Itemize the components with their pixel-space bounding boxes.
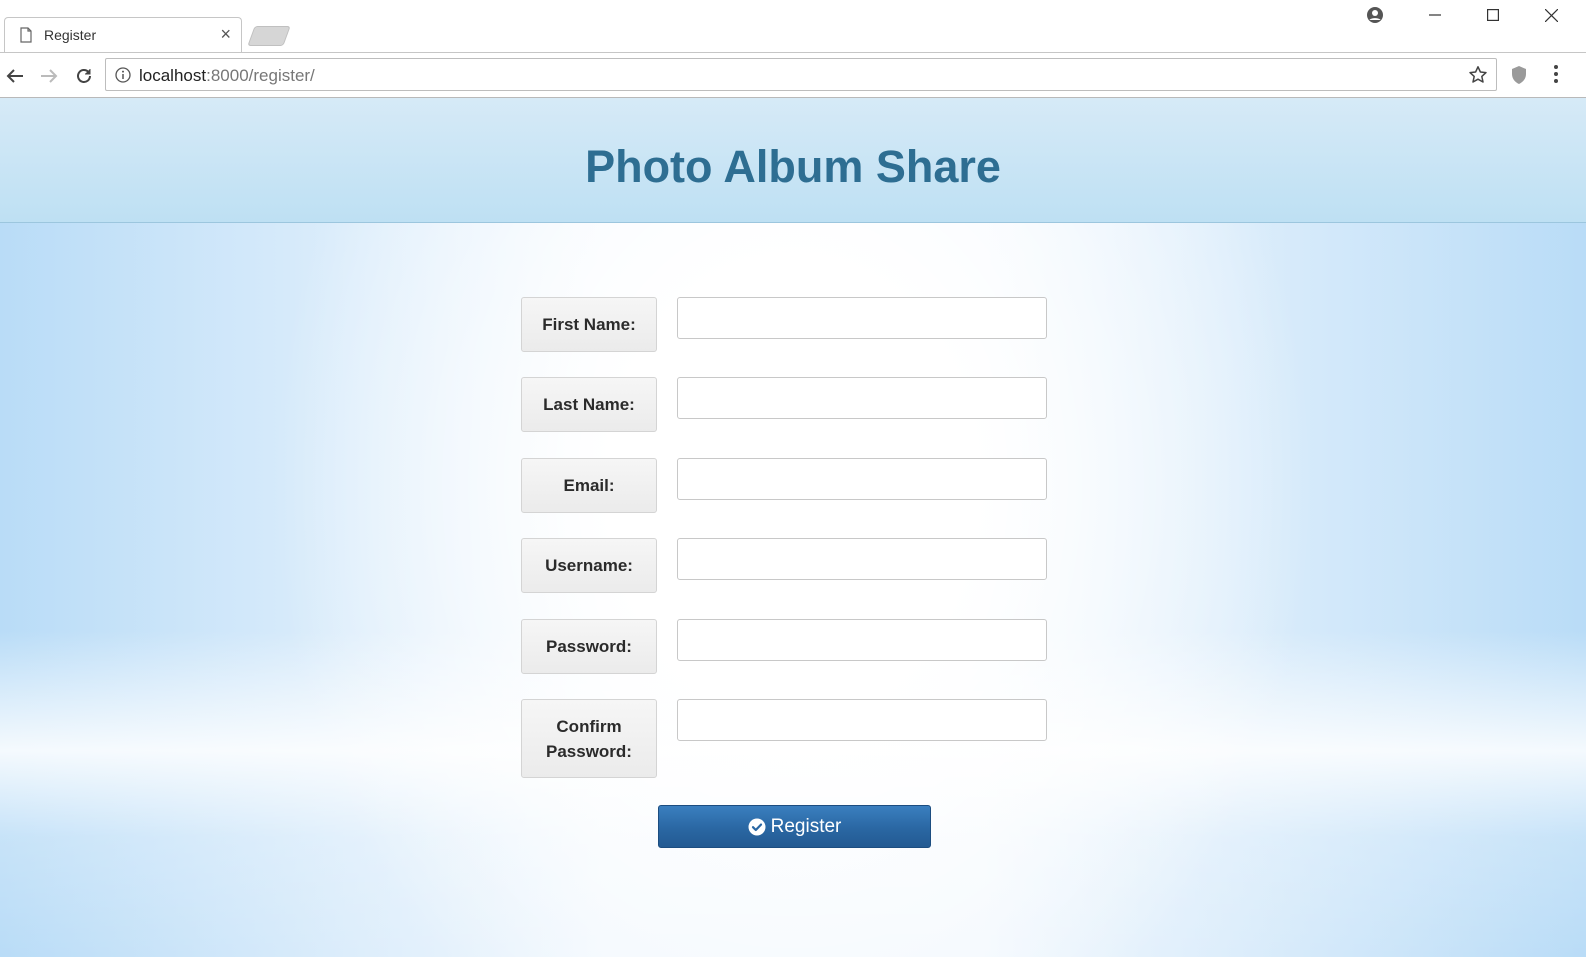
close-icon[interactable]	[1536, 0, 1566, 30]
minimize-icon[interactable]	[1420, 0, 1450, 30]
tab-title: Register	[44, 27, 97, 43]
browser-chrome: Register × localhost:8000/register/	[0, 0, 1586, 98]
register-button-label: Register	[770, 815, 842, 837]
last-name-label: Last Name:	[521, 377, 657, 432]
password-label: Password:	[521, 619, 657, 674]
tab-register[interactable]: Register ×	[4, 17, 242, 52]
reload-icon[interactable]	[71, 63, 97, 89]
check-circle-icon	[748, 818, 766, 836]
register-button[interactable]: Register	[658, 805, 931, 848]
confirm-password-label-line2: Password:	[546, 741, 632, 761]
address-url: localhost:8000/register/	[139, 66, 315, 86]
info-icon[interactable]	[115, 67, 131, 83]
url-host: localhost	[139, 66, 207, 85]
confirm-password-field[interactable]	[677, 699, 1047, 741]
maximize-icon[interactable]	[1478, 0, 1508, 30]
last-name-field[interactable]	[677, 377, 1047, 419]
back-arrow-icon[interactable]	[2, 63, 28, 89]
new-tab-button[interactable]	[247, 26, 291, 46]
email-label: Email:	[521, 458, 657, 513]
username-field[interactable]	[677, 538, 1047, 580]
forward-arrow-icon[interactable]	[36, 63, 62, 89]
site-title: Photo Album Share	[585, 141, 1001, 192]
tab-close-icon[interactable]: ×	[220, 24, 231, 44]
tab-strip: Register ×	[0, 0, 1586, 52]
browser-toolbar: localhost:8000/register/	[0, 52, 1586, 98]
username-label: Username:	[521, 538, 657, 593]
menu-icon[interactable]	[1553, 64, 1559, 84]
url-path: :8000/register/	[206, 66, 315, 85]
site-header: Photo Album Share	[0, 98, 1586, 223]
confirm-password-label: Confirm Password:	[521, 699, 657, 778]
page-content: Photo Album Share First Name: Last Name:…	[0, 98, 1586, 957]
page-icon	[20, 27, 32, 43]
address-bar[interactable]: localhost:8000/register/	[105, 58, 1497, 91]
email-field[interactable]	[677, 458, 1047, 500]
first-name-field[interactable]	[677, 297, 1047, 339]
confirm-password-label-line1: Confirm	[556, 716, 622, 736]
shield-icon[interactable]	[1510, 65, 1528, 85]
star-icon[interactable]	[1468, 65, 1488, 85]
password-field[interactable]	[677, 619, 1047, 661]
first-name-label: First Name:	[521, 297, 657, 352]
profile-icon[interactable]	[1360, 0, 1390, 30]
